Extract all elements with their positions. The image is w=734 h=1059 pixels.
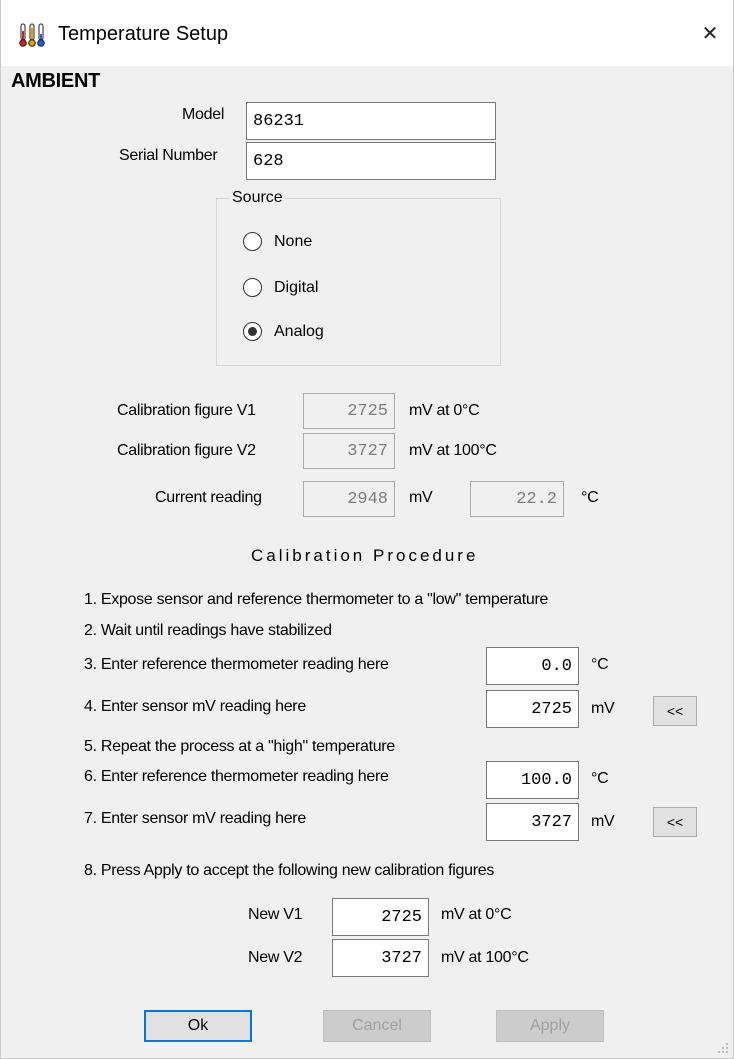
current-reading-label: Current reading xyxy=(155,489,262,506)
model-input[interactable]: 86231 xyxy=(246,102,496,140)
title-bar: Temperature Setup ✕ xyxy=(1,0,733,66)
temperature-setup-dialog: Temperature Setup ✕ AMBIENT Model 86231 … xyxy=(0,0,734,1059)
source-none-radio[interactable]: None xyxy=(243,232,312,251)
procedure-step-4: 4. Enter sensor mV reading here xyxy=(84,698,306,715)
current-temp-field: 22.2 xyxy=(470,481,564,517)
procedure-step-8: 8. Press Apply to accept the following n… xyxy=(84,862,495,879)
low-temp-input[interactable]: 0.0 xyxy=(486,647,579,685)
section-heading: AMBIENT xyxy=(11,70,101,92)
radio-label: Analog xyxy=(274,322,324,340)
copy-low-mv-button[interactable]: << xyxy=(653,696,697,726)
low-mv-input[interactable]: 2725 xyxy=(486,690,579,728)
radio-label: None xyxy=(274,232,313,250)
procedure-step-1: 1. Expose sensor and reference thermomet… xyxy=(84,591,549,608)
new-v1-field[interactable]: 2725 xyxy=(332,898,429,936)
calibration-v2-label: Calibration figure V2 xyxy=(117,442,256,459)
current-mv-field: 2948 xyxy=(303,481,395,517)
procedure-step-7: 7. Enter sensor mV reading here xyxy=(84,810,306,827)
new-v1-unit: mV at 0°C xyxy=(441,906,512,923)
source-analog-radio[interactable]: Analog xyxy=(243,322,324,341)
radio-circle-icon xyxy=(243,232,262,251)
procedure-step-6: 6. Enter reference thermometer reading h… xyxy=(84,768,389,785)
high-temp-unit: °C xyxy=(591,770,609,787)
new-v1-label: New V1 xyxy=(248,906,303,923)
model-label: Model xyxy=(182,106,225,123)
thermometers-icon xyxy=(19,23,45,47)
ok-button[interactable]: Ok xyxy=(144,1010,252,1042)
high-mv-unit: mV xyxy=(591,813,615,830)
calibration-procedure-title: Calibration Procedure xyxy=(251,546,479,565)
resize-grip-icon[interactable] xyxy=(717,1042,729,1054)
copy-high-mv-button[interactable]: << xyxy=(653,807,697,837)
serial-number-input[interactable]: 628 xyxy=(246,142,496,180)
apply-button[interactable]: Apply xyxy=(496,1010,604,1042)
radio-dot xyxy=(248,327,257,336)
new-v2-unit: mV at 100°C xyxy=(441,949,529,966)
source-digital-radio[interactable]: Digital xyxy=(243,278,318,297)
cancel-button[interactable]: Cancel xyxy=(323,1010,431,1042)
calibration-v1-unit: mV at 0°C xyxy=(409,402,480,419)
current-mv-unit: mV xyxy=(409,489,433,506)
serial-number-label: Serial Number xyxy=(119,147,218,164)
current-temp-unit: °C xyxy=(581,489,599,506)
calibration-v1-field: 2725 xyxy=(303,393,395,429)
procedure-step-3: 3. Enter reference thermometer reading h… xyxy=(84,656,389,673)
close-button[interactable]: ✕ xyxy=(687,0,733,66)
source-legend: Source xyxy=(230,189,285,207)
procedure-step-2: 2. Wait until readings have stabilized xyxy=(84,622,332,639)
calibration-v2-unit: mV at 100°C xyxy=(409,442,497,459)
radio-label: Digital xyxy=(274,278,319,296)
low-mv-unit: mV xyxy=(591,700,615,717)
high-temp-input[interactable]: 100.0 xyxy=(486,761,579,799)
low-temp-unit: °C xyxy=(591,656,609,673)
window-title: Temperature Setup xyxy=(58,23,229,45)
calibration-v1-label: Calibration figure V1 xyxy=(117,402,256,419)
new-v2-label: New V2 xyxy=(248,949,303,966)
new-v2-field[interactable]: 3727 xyxy=(332,939,429,977)
calibration-v2-field: 3727 xyxy=(303,433,395,469)
high-mv-input[interactable]: 3727 xyxy=(486,803,579,841)
close-icon: ✕ xyxy=(701,22,719,45)
radio-circle-icon xyxy=(243,278,262,297)
procedure-step-5: 5. Repeat the process at a "high" temper… xyxy=(84,738,395,755)
radio-checked-icon xyxy=(243,322,262,341)
